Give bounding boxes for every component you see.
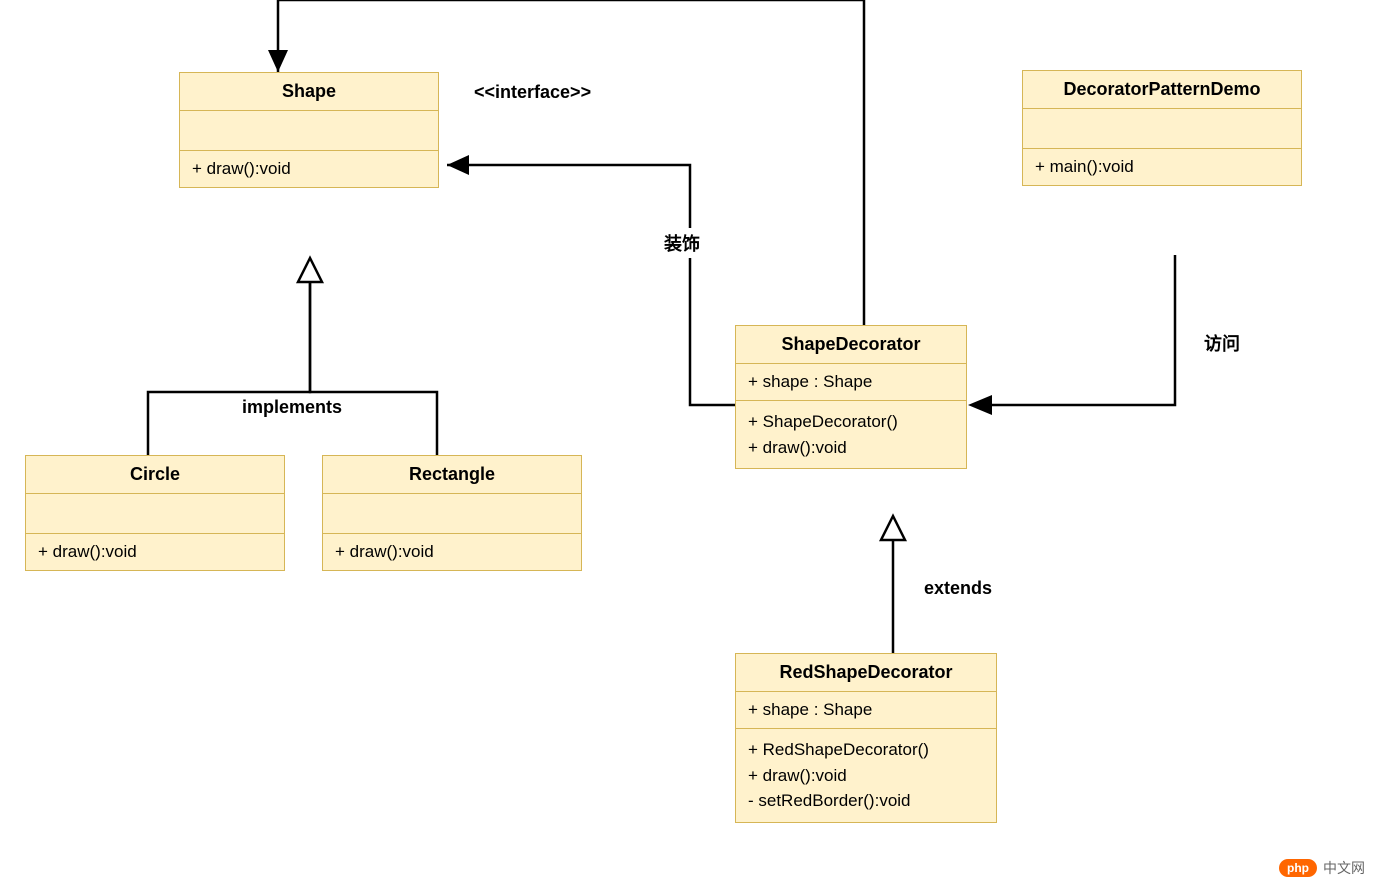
class-name: DecoratorPatternDemo xyxy=(1023,71,1301,109)
uml-class-rectangle: Rectangle + draw():void xyxy=(322,455,582,571)
class-methods: + draw():void xyxy=(26,534,284,570)
method-line: + draw():void xyxy=(748,763,984,789)
class-methods: + main():void xyxy=(1023,149,1301,185)
method-line: - setRedBorder():void xyxy=(748,788,984,814)
class-methods: + draw():void xyxy=(323,534,581,570)
method-line: + RedShapeDecorator() xyxy=(748,737,984,763)
watermark: php 中文网 xyxy=(1279,858,1365,878)
class-attributes: + shape : Shape xyxy=(736,364,966,401)
access-label: 访问 xyxy=(1200,328,1244,358)
uml-class-red-shape-decorator: RedShapeDecorator + shape : Shape + RedS… xyxy=(735,653,997,823)
class-name: ShapeDecorator xyxy=(736,326,966,364)
class-attributes xyxy=(180,111,438,151)
decorate-label: 装饰 xyxy=(660,228,704,258)
class-name: RedShapeDecorator xyxy=(736,654,996,692)
uml-class-shape: Shape + draw():void xyxy=(179,72,439,188)
uml-class-demo: DecoratorPatternDemo + main():void xyxy=(1022,70,1302,186)
class-attributes: + shape : Shape xyxy=(736,692,996,729)
class-name: Circle xyxy=(26,456,284,494)
class-name: Shape xyxy=(180,73,438,111)
class-attributes xyxy=(1023,109,1301,149)
uml-class-shape-decorator: ShapeDecorator + shape : Shape + ShapeDe… xyxy=(735,325,967,469)
implements-label: implements xyxy=(238,395,346,420)
class-name: Rectangle xyxy=(323,456,581,494)
watermark-badge: php xyxy=(1279,859,1317,877)
class-attributes xyxy=(323,494,581,534)
class-methods: + RedShapeDecorator() + draw():void - se… xyxy=(736,729,996,822)
watermark-text: 中文网 xyxy=(1323,858,1365,878)
method-line: + draw():void xyxy=(748,435,954,461)
extends-label: extends xyxy=(920,576,996,601)
method-line: + ShapeDecorator() xyxy=(748,409,954,435)
uml-class-circle: Circle + draw():void xyxy=(25,455,285,571)
stereotype-interface-label: <<interface>> xyxy=(470,80,595,105)
class-attributes xyxy=(26,494,284,534)
class-methods: + ShapeDecorator() + draw():void xyxy=(736,401,966,468)
class-methods: + draw():void xyxy=(180,151,438,187)
